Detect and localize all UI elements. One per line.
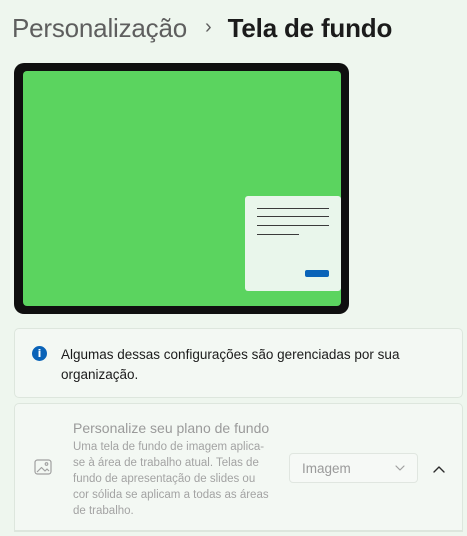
dropdown-selected-value: Imagem — [302, 461, 351, 476]
chevron-down-icon — [395, 465, 405, 471]
managed-by-organization-infobar: i Algumas dessas configurações são geren… — [14, 328, 463, 398]
setting-description: Uma tela de fundo de imagem aplica-se à … — [73, 441, 269, 517]
background-type-dropdown[interactable]: Imagem — [289, 453, 418, 483]
infobar-message: Algumas dessas configurações são gerenci… — [61, 347, 400, 382]
preview-text-line — [257, 234, 299, 235]
personalize-background-setting: Personalize seu plano de fundo Uma tela … — [14, 403, 463, 531]
page-title: Tela de fundo — [227, 12, 393, 43]
image-icon — [34, 459, 52, 475]
collapse-setting-button[interactable] — [427, 457, 451, 481]
desktop-preview — [14, 63, 349, 314]
preview-text-line — [257, 225, 329, 226]
preview-sample-window — [245, 196, 341, 291]
preview-wallpaper — [23, 71, 341, 306]
chevron-up-icon — [433, 466, 445, 473]
breadcrumb-personalization-link[interactable]: Personalização — [12, 13, 187, 44]
breadcrumb-separator-icon: › — [204, 15, 212, 38]
preview-text-line — [257, 208, 329, 209]
divider — [14, 531, 463, 532]
setting-title: Personalize seu plano de fundo — [73, 420, 270, 436]
preview-text-line — [257, 216, 329, 217]
preview-accent-button — [305, 270, 329, 277]
breadcrumb: Personalização › Tela de fundo — [12, 10, 392, 46]
info-icon: i — [32, 346, 47, 361]
